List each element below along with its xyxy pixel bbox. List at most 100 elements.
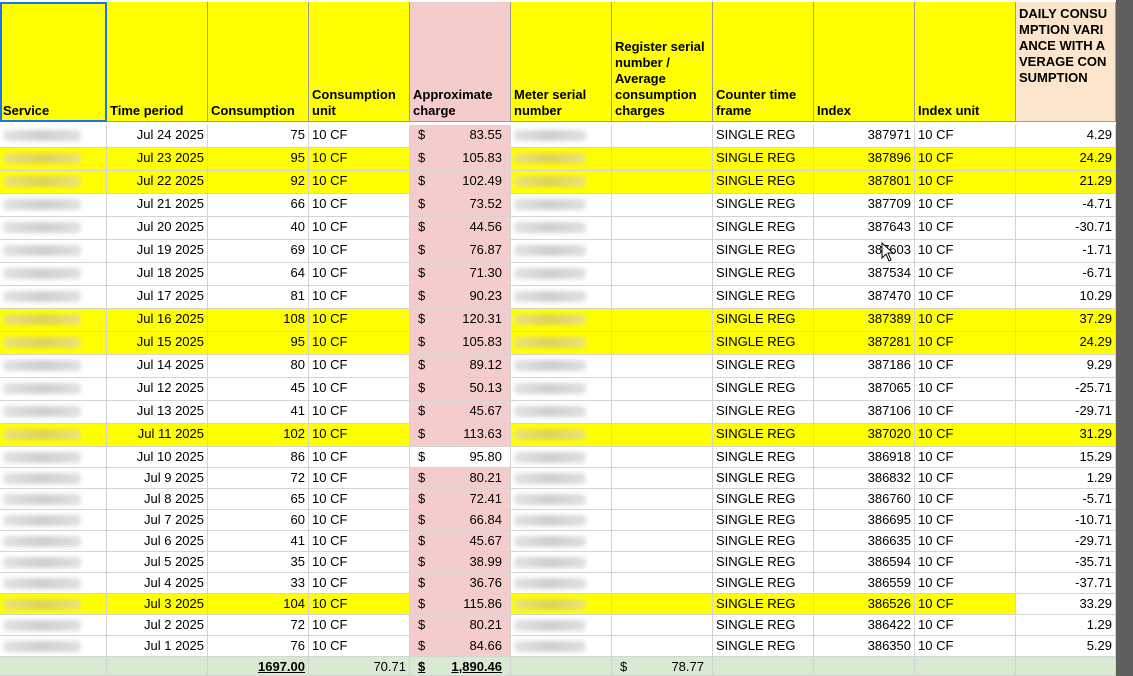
cell-meter-serial[interactable] bbox=[511, 263, 612, 286]
cell-consumption-unit[interactable]: 10 CF bbox=[309, 240, 410, 263]
cell-time-period[interactable]: Jul 7 2025 bbox=[107, 510, 208, 531]
cell-register-serial[interactable] bbox=[612, 489, 713, 510]
cell-index[interactable]: 386350 bbox=[814, 636, 915, 657]
cell-meter-serial[interactable] bbox=[511, 468, 612, 489]
cell-index[interactable]: 386832 bbox=[814, 468, 915, 489]
cell-register-serial[interactable] bbox=[612, 573, 713, 594]
cell-register-serial[interactable] bbox=[612, 263, 713, 286]
cell-approximate-charge[interactable]: $76.87 bbox=[410, 240, 511, 263]
cell-daily-variance[interactable]: -1.71 bbox=[1016, 240, 1116, 263]
cell-index[interactable]: 386559 bbox=[814, 573, 915, 594]
cell-index-unit[interactable]: 10 CF bbox=[915, 615, 1016, 636]
cell-consumption[interactable]: 81 bbox=[208, 286, 309, 309]
cell-service[interactable] bbox=[0, 286, 107, 309]
cell-service[interactable] bbox=[0, 447, 107, 468]
cell-counter-time-frame[interactable]: SINGLE REG bbox=[713, 309, 814, 332]
cell-meter-serial[interactable] bbox=[511, 378, 612, 401]
cell-meter-serial[interactable] bbox=[511, 636, 612, 657]
cell-approximate-charge[interactable]: $38.99 bbox=[410, 552, 511, 573]
cell-daily-variance[interactable]: 15.29 bbox=[1016, 447, 1116, 468]
cell-meter-serial[interactable] bbox=[511, 332, 612, 355]
cell-meter-serial[interactable] bbox=[511, 573, 612, 594]
cell-consumption-unit[interactable]: 10 CF bbox=[309, 401, 410, 424]
cell-daily-variance[interactable]: -35.71 bbox=[1016, 552, 1116, 573]
cell-register-serial[interactable] bbox=[612, 309, 713, 332]
cell-counter-time-frame[interactable]: SINGLE REG bbox=[713, 217, 814, 240]
cell-index-unit[interactable]: 10 CF bbox=[915, 378, 1016, 401]
cell-register-serial[interactable] bbox=[612, 171, 713, 194]
cell-counter-time-frame[interactable]: SINGLE REG bbox=[713, 489, 814, 510]
cell-service[interactable] bbox=[0, 510, 107, 531]
cell-daily-variance[interactable]: 5.29 bbox=[1016, 636, 1116, 657]
cell-counter-time-frame[interactable]: SINGLE REG bbox=[713, 355, 814, 378]
cell-counter-time-frame[interactable]: SINGLE REG bbox=[713, 615, 814, 636]
cell-consumption-unit[interactable]: 10 CF bbox=[309, 510, 410, 531]
cell-consumption-unit[interactable]: 10 CF bbox=[309, 552, 410, 573]
cell-daily-variance[interactable]: -29.71 bbox=[1016, 531, 1116, 552]
cell-index-unit[interactable]: 10 CF bbox=[915, 263, 1016, 286]
cell-index-unit[interactable]: 10 CF bbox=[915, 355, 1016, 378]
cell-index-unit[interactable]: 10 CF bbox=[915, 531, 1016, 552]
cell-time-period[interactable]: Jul 10 2025 bbox=[107, 447, 208, 468]
cell-index-unit[interactable]: 10 CF bbox=[915, 594, 1016, 615]
cell-index-unit[interactable]: 10 CF bbox=[915, 573, 1016, 594]
cell-register-serial[interactable] bbox=[612, 636, 713, 657]
cell-consumption[interactable]: 72 bbox=[208, 468, 309, 489]
cell-meter-serial[interactable] bbox=[511, 552, 612, 573]
cell-register-serial[interactable] bbox=[612, 355, 713, 378]
totals-cell[interactable] bbox=[511, 657, 612, 676]
cell-counter-time-frame[interactable]: SINGLE REG bbox=[713, 286, 814, 309]
totals-cell[interactable]: 70.71 bbox=[309, 657, 410, 676]
cell-approximate-charge[interactable]: $80.21 bbox=[410, 468, 511, 489]
cell-consumption-unit[interactable]: 10 CF bbox=[309, 125, 410, 148]
cell-consumption[interactable]: 60 bbox=[208, 510, 309, 531]
cell-daily-variance[interactable]: 9.29 bbox=[1016, 355, 1116, 378]
cell-time-period[interactable]: Jul 22 2025 bbox=[107, 171, 208, 194]
cell-time-period[interactable]: Jul 12 2025 bbox=[107, 378, 208, 401]
cell-meter-serial[interactable] bbox=[511, 171, 612, 194]
cell-counter-time-frame[interactable]: SINGLE REG bbox=[713, 510, 814, 531]
cell-daily-variance[interactable]: 10.29 bbox=[1016, 286, 1116, 309]
cell-index[interactable]: 387971 bbox=[814, 125, 915, 148]
cell-daily-variance[interactable]: 1.29 bbox=[1016, 615, 1116, 636]
cell-consumption[interactable]: 102 bbox=[208, 424, 309, 447]
cell-approximate-charge[interactable]: $113.63 bbox=[410, 424, 511, 447]
cell-approximate-charge[interactable]: $120.31 bbox=[410, 309, 511, 332]
cell-consumption-unit[interactable]: 10 CF bbox=[309, 355, 410, 378]
cell-consumption-unit[interactable]: 10 CF bbox=[309, 636, 410, 657]
cell-meter-serial[interactable] bbox=[511, 286, 612, 309]
cell-time-period[interactable]: Jul 3 2025 bbox=[107, 594, 208, 615]
cell-approximate-charge[interactable]: $89.12 bbox=[410, 355, 511, 378]
cell-daily-variance[interactable]: 24.29 bbox=[1016, 148, 1116, 171]
cell-time-period[interactable]: Jul 13 2025 bbox=[107, 401, 208, 424]
cell-consumption-unit[interactable]: 10 CF bbox=[309, 489, 410, 510]
cell-time-period[interactable]: Jul 6 2025 bbox=[107, 531, 208, 552]
cell-daily-variance[interactable]: 4.29 bbox=[1016, 125, 1116, 148]
totals-cell[interactable] bbox=[1016, 657, 1116, 676]
cell-index-unit[interactable]: 10 CF bbox=[915, 194, 1016, 217]
cell-meter-serial[interactable] bbox=[511, 615, 612, 636]
totals-cell[interactable] bbox=[107, 657, 208, 676]
cell-counter-time-frame[interactable]: SINGLE REG bbox=[713, 148, 814, 171]
cell-meter-serial[interactable] bbox=[511, 594, 612, 615]
cell-consumption[interactable]: 86 bbox=[208, 447, 309, 468]
column-header-register-serial[interactable]: Register serial number / Average consump… bbox=[612, 2, 713, 122]
totals-cell[interactable]: $1,890.46 bbox=[410, 657, 511, 676]
cell-index-unit[interactable]: 10 CF bbox=[915, 401, 1016, 424]
cell-service[interactable] bbox=[0, 594, 107, 615]
cell-consumption-unit[interactable]: 10 CF bbox=[309, 378, 410, 401]
cell-consumption-unit[interactable]: 10 CF bbox=[309, 309, 410, 332]
cell-consumption[interactable]: 40 bbox=[208, 217, 309, 240]
cell-meter-serial[interactable] bbox=[511, 531, 612, 552]
cell-consumption[interactable]: 95 bbox=[208, 332, 309, 355]
cell-index[interactable]: 387470 bbox=[814, 286, 915, 309]
cell-counter-time-frame[interactable]: SINGLE REG bbox=[713, 194, 814, 217]
cell-approximate-charge[interactable]: $83.55 bbox=[410, 125, 511, 148]
cell-consumption[interactable]: 41 bbox=[208, 531, 309, 552]
cell-time-period[interactable]: Jul 9 2025 bbox=[107, 468, 208, 489]
cell-counter-time-frame[interactable]: SINGLE REG bbox=[713, 636, 814, 657]
cell-approximate-charge[interactable]: $73.52 bbox=[410, 194, 511, 217]
column-header-time-period[interactable]: Time period bbox=[107, 2, 208, 122]
cell-register-serial[interactable] bbox=[612, 615, 713, 636]
cell-consumption[interactable]: 72 bbox=[208, 615, 309, 636]
